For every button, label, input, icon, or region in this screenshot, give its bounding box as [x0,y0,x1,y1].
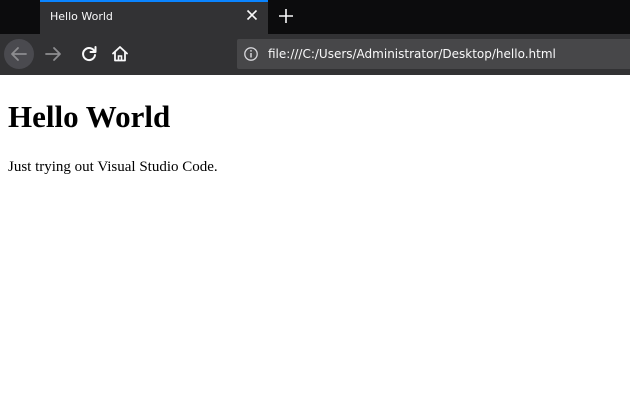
tab-strip: Hello World [0,0,630,34]
page-content: Hello World Just trying out Visual Studi… [0,75,630,420]
plus-icon[interactable] [276,6,296,26]
tab-hello-world[interactable]: Hello World [40,0,268,34]
address-bar[interactable]: file:///C:/Users/Administrator/Desktop/h… [237,39,630,69]
reload-icon[interactable] [74,39,104,69]
url-text[interactable]: file:///C:/Users/Administrator/Desktop/h… [268,47,556,61]
arrow-left-icon[interactable] [4,39,34,69]
info-icon[interactable] [243,46,259,62]
tab-title: Hello World [50,10,113,23]
page-heading: Hello World [8,99,171,134]
page-paragraph: Just trying out Visual Studio Code. [8,159,218,175]
arrow-right-icon[interactable] [38,39,68,69]
active-tab-indicator [40,0,268,2]
navigation-toolbar: file:///C:/Users/Administrator/Desktop/h… [0,34,630,75]
close-icon[interactable] [244,7,260,23]
browser-window: Hello World file:///C:/Users/Administrat… [0,0,630,420]
home-icon[interactable] [105,39,135,69]
